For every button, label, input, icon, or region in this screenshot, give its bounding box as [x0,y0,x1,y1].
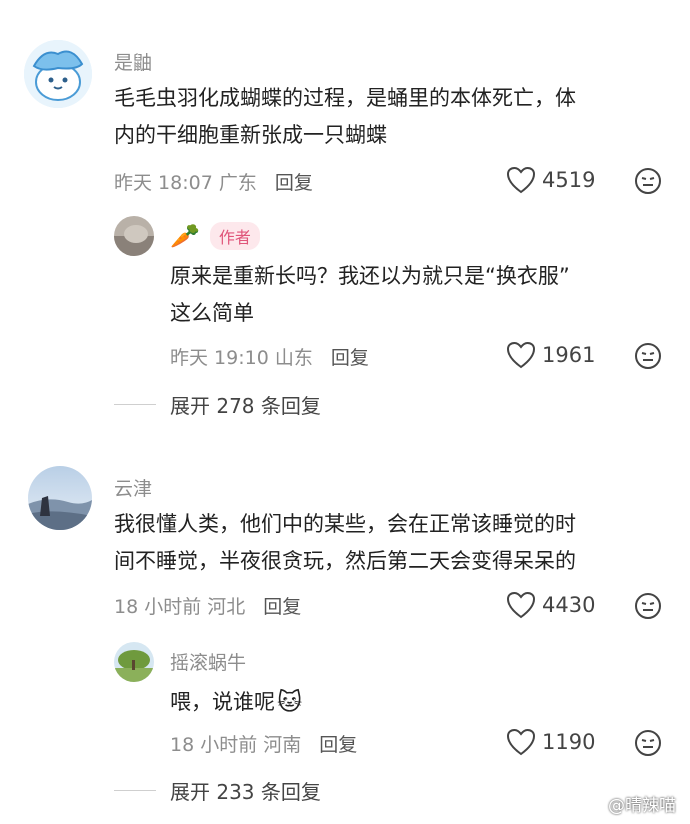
reply-time-location: 18 小时前 河南 [170,734,302,756]
reply-time-location: 昨天 19:10 山东 [170,347,313,369]
cat-emoji-icon: 🐱 [277,688,303,716]
expand-replies-label: 展开 278 条回复 [170,394,321,418]
reply-button[interactable]: 回复 [275,168,313,195]
avatar[interactable] [28,466,92,530]
reply-button[interactable]: 回复 [263,592,301,619]
dislike-icon[interactable] [634,592,662,620]
dislike-icon[interactable] [634,729,662,757]
comment-username[interactable]: 云津 [114,474,152,501]
watermark: @晴辣喵 [582,791,676,816]
comment-text: 我很懂人类，他们中的某些，会在正常该睡觉的时 间不睡觉，半夜很贪玩，然后第二天会… [114,512,576,573]
reply-meta: 18 小时前 河南 回复 [170,730,357,757]
comment-time-location: 18 小时前 河北 [114,596,246,618]
heart-icon [506,341,536,369]
like-button[interactable]: 4430 [506,591,595,619]
dislike-icon[interactable] [634,167,662,195]
reply-meta: 昨天 19:10 山东 回复 [170,343,369,370]
expand-replies-label: 展开 233 条回复 [170,780,321,804]
carrot-icon: 🥕 [170,222,200,250]
like-count: 4430 [542,593,596,617]
comment-meta: 18 小时前 河北 回复 [114,592,301,619]
avatar[interactable] [114,216,154,256]
reply-text-content: 喂，说谁呢 [170,690,275,714]
expand-replies-button[interactable]: 展开 278 条回复 [114,390,321,419]
like-button[interactable]: 1190 [506,728,595,756]
expand-replies-button[interactable]: 展开 233 条回复 [114,776,321,805]
reply-text: 原来是重新长吗？我还以为就只是“换衣服” 这么简单 [170,264,570,325]
author-badge: 作者 [209,222,260,250]
avatar[interactable] [114,642,154,682]
divider [114,404,156,405]
heart-icon [506,166,536,194]
like-button[interactable]: 1961 [506,341,595,369]
heart-icon [506,591,536,619]
divider [114,790,156,791]
avatar[interactable] [24,40,92,108]
watermark-text: @晴辣喵 [608,796,676,816]
like-button[interactable]: 4519 [506,166,595,194]
like-count: 1961 [542,343,596,367]
reply-text: 喂，说谁呢 🐱 [170,684,670,721]
comment-time-location: 昨天 18:07 广东 [114,172,257,194]
reply-button[interactable]: 回复 [319,730,357,757]
comment-meta: 昨天 18:07 广东 回复 [114,168,313,195]
comment-text: 毛毛虫羽化成蝴蝶的过程，是蛹里的本体死亡，体 内的干细胞重新张成一只蝴蝶 [114,86,576,147]
like-count: 4519 [542,168,596,192]
reply-username[interactable]: 摇滚蜗牛 [170,648,246,675]
heart-icon [506,728,536,756]
like-count: 1190 [542,730,596,754]
reply-username[interactable]: 🥕 作者 [170,222,260,250]
comment-username[interactable]: 是鼬 [114,48,152,75]
reply-button[interactable]: 回复 [331,343,369,370]
weibo-icon [582,795,603,813]
dislike-icon[interactable] [634,342,662,370]
